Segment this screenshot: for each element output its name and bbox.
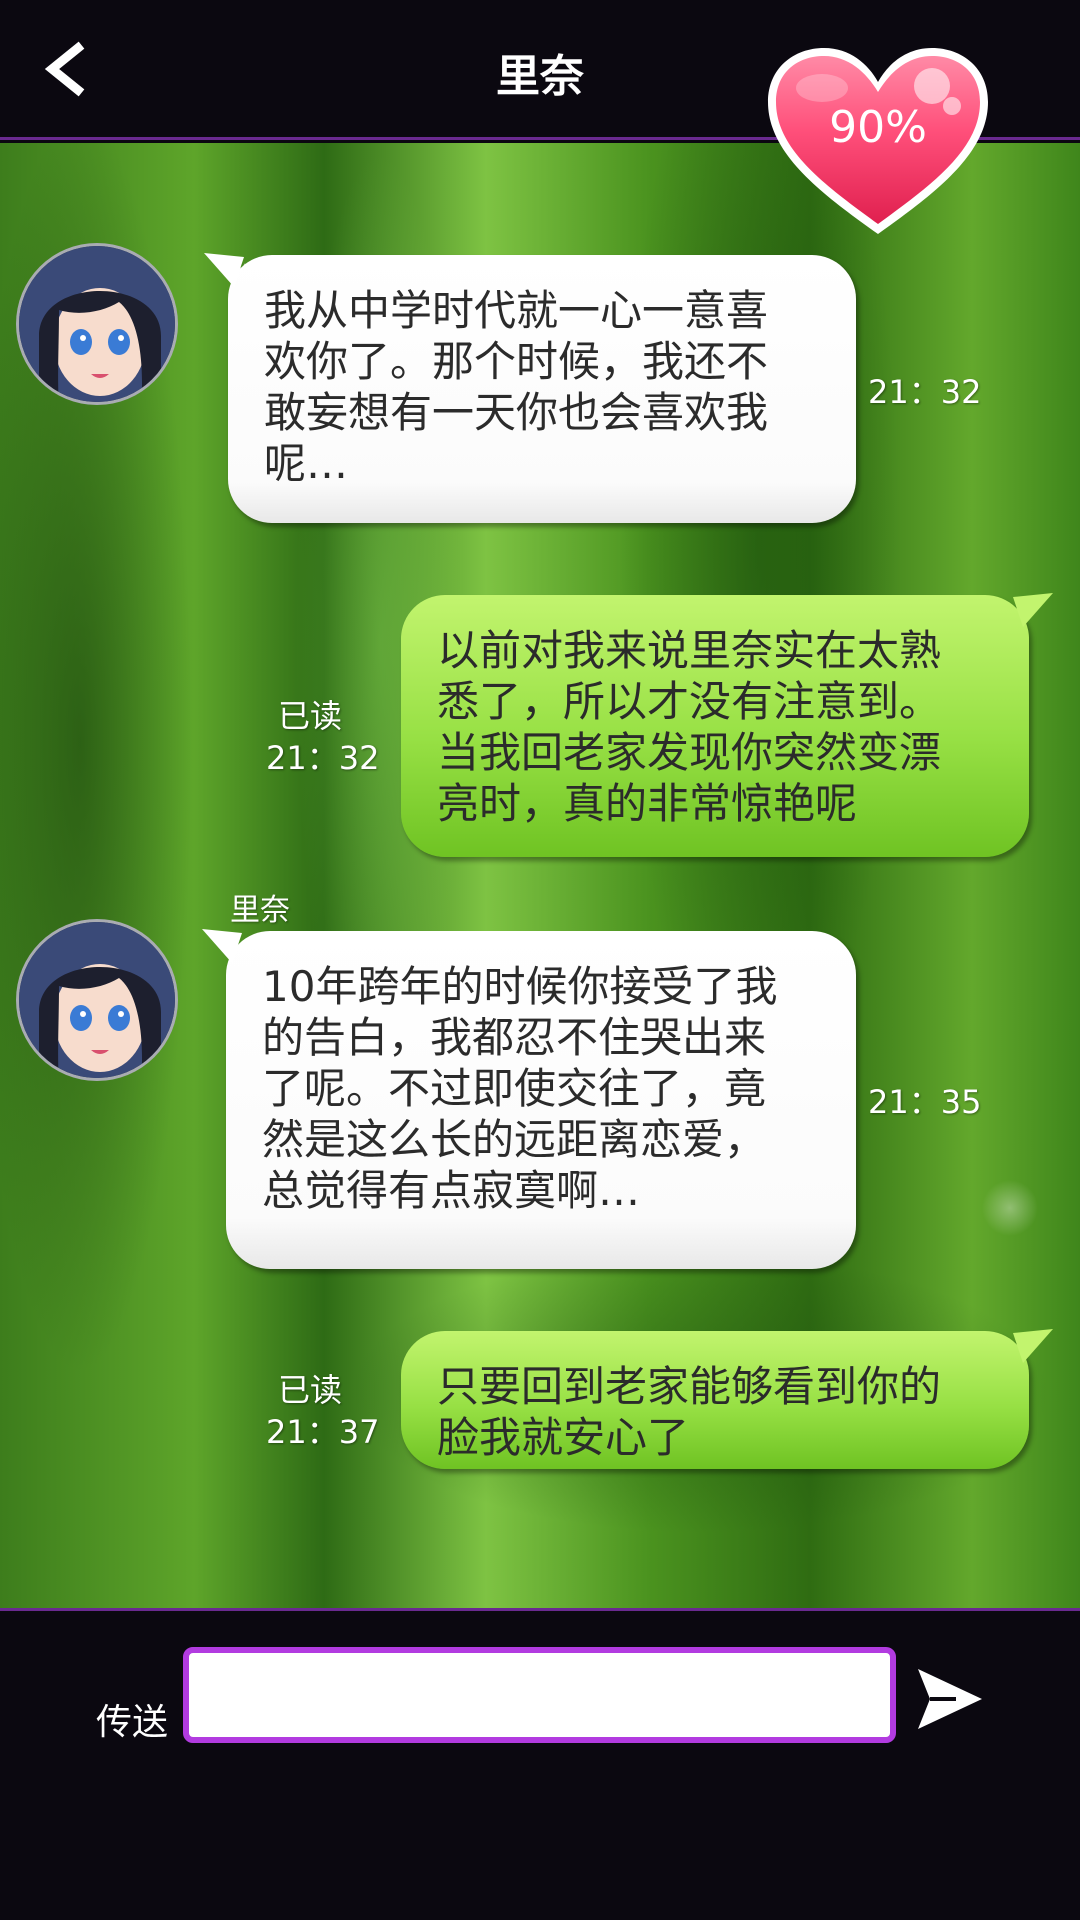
message-text: 只要回到老家能够看到你的 脸我就安心了 [437,1362,942,1462]
bubble-tail [204,253,244,287]
send-button[interactable] [916,1667,984,1731]
chat-area[interactable]: 里奈 我从中学时代就一心一意喜 欢你了。那个时候，我还不 敢妄想有一天你也会喜欢… [0,143,1080,1608]
affection-percent: 90% [829,102,927,153]
read-status: 已读 [277,1371,342,1409]
message-bubble-incoming[interactable]: 我从中学时代就一心一意喜 欢你了。那个时候，我还不 敢妄想有一天你也会喜欢我 呢… [204,253,856,523]
avatar[interactable] [16,243,178,405]
send-arrow-icon [918,1669,982,1729]
bubble-tail [1013,593,1053,627]
send-label: 传送 [96,1702,169,1743]
message-text: 10年跨年的时候你接受了我 的告白，我都忍不住哭出来 了呢。不过即使交往了，竟 … [262,962,778,1215]
message-time: 21：32 [266,739,380,777]
message-text: 以前对我来说里奈实在太熟 悉了，所以才没有注意到。 当我回老家发现你突然变漂 亮… [437,626,942,828]
avatar-icon [19,922,175,1078]
message-time: 21：32 [868,373,982,411]
bubble-tail [1013,1329,1053,1363]
read-status: 已读 [277,697,342,735]
bubble-tail [202,929,242,963]
message-text: 我从中学时代就一心一意喜 欢你了。那个时候，我还不 敢妄想有一天你也会喜欢我 呢… [264,286,769,488]
avatar[interactable] [16,919,178,1081]
message-bubble-incoming[interactable]: 10年跨年的时候你接受了我 的告白，我都忍不住哭出来 了呢。不过即使交往了，竟 … [202,929,856,1269]
avatar-icon [19,246,175,402]
affection-meter: 90% [762,44,994,244]
message-input[interactable] [183,1647,896,1743]
sender-name: 里奈 [230,893,290,928]
message-time: 21：37 [266,1413,380,1451]
message-time: 21：35 [868,1083,982,1121]
composer-bar: 传送 [0,1608,1080,1920]
message-bubble-outgoing[interactable]: 只要回到老家能够看到你的 脸我就安心了 [401,1329,1053,1469]
message-bubble-outgoing[interactable]: 以前对我来说里奈实在太熟 悉了，所以才没有注意到。 当我回老家发现你突然变漂 亮… [401,593,1053,857]
